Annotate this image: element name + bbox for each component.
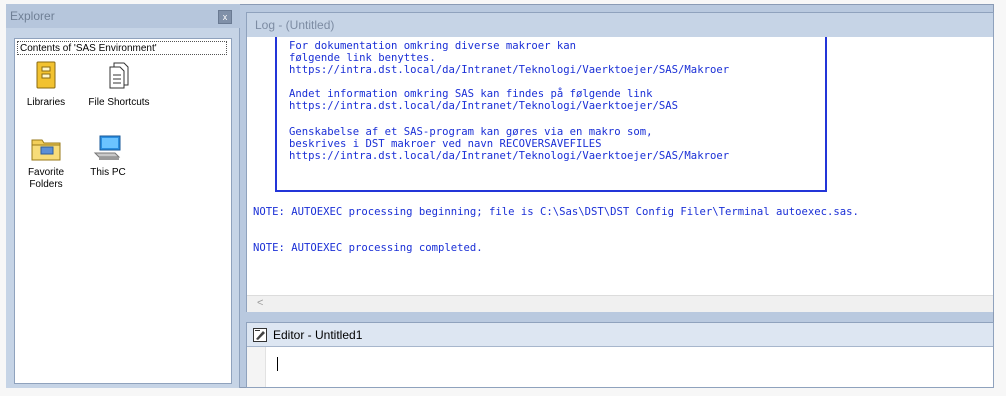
explorer-item-label: This PC [90, 167, 126, 178]
explorer-close-button[interactable]: x [218, 10, 232, 24]
editor-title: Editor - Untitled1 [247, 323, 993, 347]
log-link: https://intra.dst.local/da/Intranet/Tekn… [289, 100, 679, 112]
explorer-item-libraries[interactable]: Libraries [19, 61, 73, 108]
log-content[interactable]: For dokumentation omkring diverse makroe… [247, 37, 993, 297]
text-cursor [277, 357, 278, 371]
explorer-item-favorite-folders[interactable]: Favorite Folders [19, 135, 73, 191]
explorer-panel: Explorer x Contents of 'SAS Environment'… [6, 4, 240, 388]
log-window: Log - (Untitled) For dokumentation omkri… [246, 12, 994, 312]
explorer-item-this-pc[interactable]: This PC [83, 135, 133, 178]
libraries-icon [36, 61, 56, 89]
this-pc-icon [93, 135, 121, 160]
explorer-contents-label: Contents of 'SAS Environment' [17, 41, 227, 55]
explorer-item-label: Libraries [26, 97, 66, 108]
log-note-autoexec-begin: NOTE: AUTOEXEC processing beginning; fil… [253, 206, 859, 218]
scroll-left-icon[interactable]: < [257, 297, 263, 309]
log-title: Log - (Untitled) [247, 13, 993, 37]
editor-window: Editor - Untitled1 [246, 322, 994, 388]
editor-gutter [247, 347, 266, 387]
log-link: https://intra.dst.local/da/Intranet/Tekn… [289, 150, 730, 162]
log-link: https://intra.dst.local/da/Intranet/Tekn… [289, 64, 730, 76]
editor-document-icon [253, 328, 267, 342]
explorer-item-label: File Shortcuts [88, 97, 150, 108]
explorer-contents-pane: Contents of 'SAS Environment' Libraries … [14, 38, 232, 384]
log-horizontal-scrollbar[interactable]: < [247, 295, 993, 312]
explorer-item-label: Favorite Folders [27, 167, 65, 190]
log-note-autoexec-complete: NOTE: AUTOEXEC processing completed. [253, 242, 483, 254]
editor-text-area[interactable] [266, 347, 992, 387]
explorer-title: Explorer [6, 4, 240, 28]
favorite-folders-icon [31, 139, 61, 161]
log-info-box: For dokumentation omkring diverse makroe… [275, 37, 827, 192]
explorer-item-file-shortcuts[interactable]: File Shortcuts [81, 61, 157, 108]
file-shortcuts-icon [109, 62, 129, 89]
